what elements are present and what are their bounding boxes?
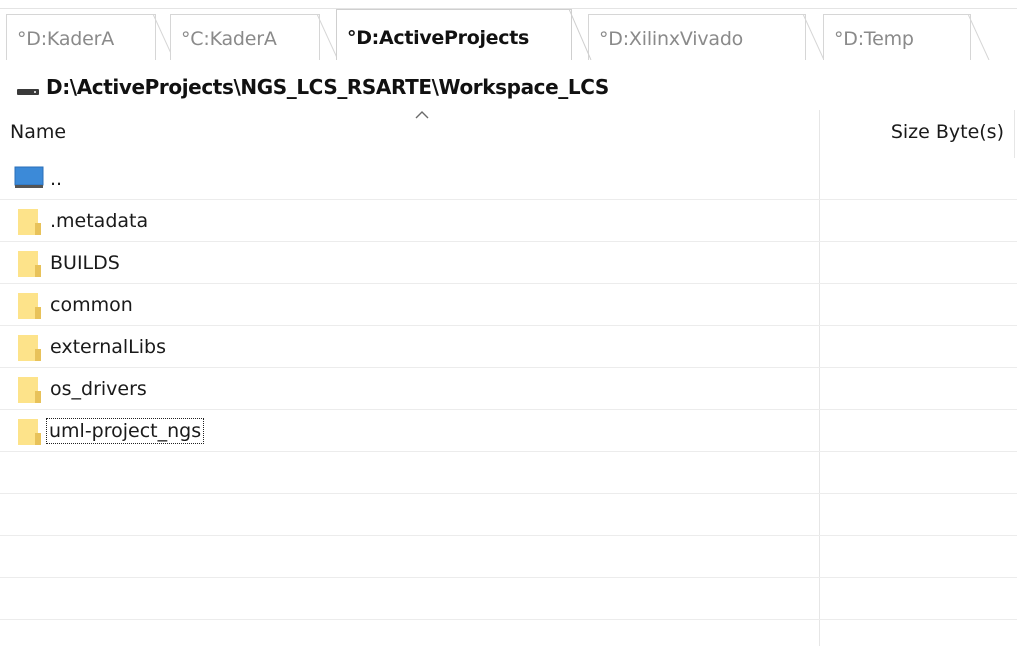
list-item-folder[interactable]: common <box>0 284 1017 326</box>
column-header-name[interactable]: Name <box>10 121 66 143</box>
list-item-folder[interactable]: os_drivers <box>0 368 1017 410</box>
tab-edge <box>569 9 593 60</box>
tab-d-kadera[interactable]: °D:KaderA <box>6 14 175 60</box>
folder-icon <box>18 209 41 235</box>
tab-label: °D:KaderA <box>17 28 115 50</box>
list-item-folder[interactable]: externalLibs <box>0 326 1017 368</box>
file-name: .metadata <box>50 210 149 232</box>
column-header-row: Name Size Byte(s) <box>0 110 1017 158</box>
empty-row <box>0 494 1017 536</box>
folder-icon <box>18 419 41 445</box>
list-item-folder[interactable]: BUILDS <box>0 242 1017 284</box>
file-name: uml-project_ngs <box>45 418 205 444</box>
file-name: externalLibs <box>50 336 167 358</box>
file-name: common <box>50 294 133 316</box>
folder-icon <box>18 293 41 319</box>
current-path[interactable]: D:\ActiveProjects\NGS_LCS_RSARTE\Workspa… <box>46 75 609 99</box>
tab-strip: °D:KaderA °C:KaderA °D:ActiveProjects °D… <box>0 0 1017 60</box>
empty-row <box>0 452 1017 494</box>
tab-label: °C:KaderA <box>181 28 277 50</box>
column-header-size[interactable]: Size Byte(s) <box>891 121 1004 143</box>
parent-directory-icon <box>14 166 44 188</box>
empty-row <box>0 578 1017 620</box>
file-name: BUILDS <box>50 252 120 274</box>
tab-label: °D:XilinxVivado <box>599 28 744 50</box>
file-rows: .. .metadata BUILDS common externalLibs … <box>0 158 1017 620</box>
path-bar[interactable]: D:\ActiveProjects\NGS_LCS_RSARTE\Workspa… <box>0 70 1017 106</box>
file-name: .. <box>50 168 63 190</box>
tab-edge <box>968 14 992 60</box>
list-item-folder[interactable]: .metadata <box>0 200 1017 242</box>
folder-icon <box>18 335 41 361</box>
folder-icon <box>18 251 41 277</box>
empty-row <box>0 536 1017 578</box>
list-item-folder-focused[interactable]: uml-project_ngs <box>0 410 1017 452</box>
drive-icon <box>17 89 39 95</box>
file-list[interactable]: Name Size Byte(s) .. .metadata BUILDS co… <box>0 110 1017 646</box>
folder-icon <box>18 377 41 403</box>
list-item-parent-directory[interactable]: .. <box>0 158 1017 200</box>
tab-d-temp[interactable]: °D:Temp <box>823 14 990 60</box>
file-manager-window: °D:KaderA °C:KaderA °D:ActiveProjects °D… <box>0 0 1017 646</box>
tab-d-activeprojects[interactable]: °D:ActiveProjects <box>336 9 592 60</box>
tab-d-xilinxvivado[interactable]: °D:XilinxVivado <box>588 14 825 60</box>
chevron-up-icon <box>415 111 429 119</box>
tab-label: °D:ActiveProjects <box>347 27 530 49</box>
file-name: os_drivers <box>50 378 147 400</box>
tab-c-kadera[interactable]: °C:KaderA <box>170 14 339 60</box>
tab-label: °D:Temp <box>834 28 914 50</box>
